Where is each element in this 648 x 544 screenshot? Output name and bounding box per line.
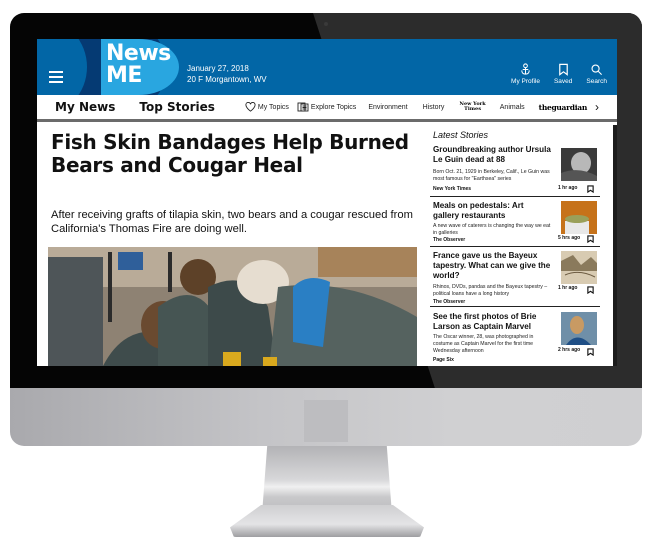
logo-line-2: ME bbox=[106, 63, 142, 88]
monitor-chin bbox=[10, 388, 642, 446]
story-time: 1 hr ago bbox=[558, 285, 578, 291]
tab-my-news[interactable]: My News bbox=[55, 100, 115, 114]
topic-nav: My News Top Stories My Topics Explore To… bbox=[37, 95, 617, 122]
story-time: 2 hrs ago bbox=[558, 347, 581, 353]
my-profile-label: My Profile bbox=[511, 78, 540, 85]
story-item[interactable]: Meals on pedestals: Art gallery restaura… bbox=[430, 199, 600, 247]
source-the-guardian[interactable]: theguardian bbox=[539, 103, 588, 112]
search-icon bbox=[591, 64, 603, 76]
dateline: January 27, 2018 20 F Morgantown, WV bbox=[187, 64, 267, 85]
weather-location: 20 F Morgantown, WV bbox=[187, 74, 267, 84]
monitor-stand bbox=[262, 446, 392, 514]
bookmark-icon bbox=[558, 63, 568, 76]
nav-next-arrow[interactable]: › bbox=[595, 100, 599, 114]
webcam bbox=[324, 22, 328, 26]
bookmark-icon[interactable] bbox=[587, 185, 594, 193]
logo-line-1: News bbox=[106, 41, 171, 66]
header-bar: News ME January 27, 2018 20 F Morgantown… bbox=[37, 39, 617, 115]
menu-icon[interactable] bbox=[49, 71, 63, 83]
header-actions: My Profile Saved Search bbox=[511, 63, 607, 85]
hero-photo-illustration bbox=[48, 247, 417, 366]
newspaper-stack-icon bbox=[297, 102, 309, 112]
story-item[interactable]: Groundbreaking author Ursula Le Guin dea… bbox=[430, 145, 600, 197]
story-time: 1 hr ago bbox=[558, 185, 578, 191]
topic-history[interactable]: History bbox=[423, 104, 445, 111]
story-item[interactable]: France gave us the Bayeux tapestry. What… bbox=[430, 249, 600, 307]
story-thumbnail[interactable] bbox=[561, 312, 597, 345]
explore-topics-link[interactable]: Explore Topics bbox=[297, 102, 356, 112]
my-profile-button[interactable]: My Profile bbox=[511, 63, 540, 85]
article-hero-photo[interactable] bbox=[48, 247, 417, 366]
chin-logo bbox=[304, 400, 348, 442]
story-description: A new wave of caterers is changing the w… bbox=[433, 223, 551, 236]
bookmark-icon[interactable] bbox=[587, 348, 594, 356]
story-source: The Observer bbox=[433, 299, 466, 305]
story-title[interactable]: Groundbreaking author Ursula Le Guin dea… bbox=[433, 145, 551, 165]
story-title[interactable]: France gave us the Bayeux tapestry. What… bbox=[433, 251, 551, 281]
my-topics-link[interactable]: My Topics bbox=[245, 102, 289, 112]
latest-stories-title: Latest Stories bbox=[433, 130, 489, 140]
story-description: Born Oct. 21, 1929 in Berkeley, Calif., … bbox=[433, 169, 550, 182]
explore-topics-label: Explore Topics bbox=[310, 103, 357, 111]
date: January 27, 2018 bbox=[187, 64, 249, 73]
story-thumbnail[interactable] bbox=[561, 251, 597, 284]
saved-label: Saved bbox=[553, 78, 573, 85]
story-description: Rhinos, DVDs, pandas and the Bayeux tape… bbox=[433, 284, 548, 297]
article-subhead: After receiving grafts of tilapia skin, … bbox=[51, 209, 413, 235]
logo[interactable]: News ME bbox=[101, 39, 179, 95]
article-headline[interactable]: Fish Skin Bandages Help Burned Bears and… bbox=[51, 131, 421, 177]
saved-button[interactable]: Saved bbox=[554, 63, 572, 85]
nyt-line-2: Times bbox=[464, 106, 482, 112]
search-label: Search bbox=[586, 78, 607, 85]
search-button[interactable]: Search bbox=[586, 63, 607, 85]
heart-icon bbox=[245, 102, 256, 112]
bookmark-icon[interactable] bbox=[587, 286, 594, 294]
story-time: 5 hrs ago bbox=[558, 235, 581, 241]
scrollbar[interactable] bbox=[613, 125, 617, 366]
story-description: The Oscar winner, 28, was photographed i… bbox=[433, 334, 534, 354]
story-source: Page Six bbox=[433, 357, 454, 363]
profile-icon bbox=[521, 63, 530, 75]
topic-animals[interactable]: Animals bbox=[500, 104, 525, 111]
story-title[interactable]: See the first photos of Brie Larson as C… bbox=[433, 312, 551, 332]
story-thumbnail[interactable] bbox=[561, 148, 597, 181]
my-topics-label: My Topics bbox=[257, 103, 289, 111]
screen: News ME January 27, 2018 20 F Morgantown… bbox=[37, 39, 617, 366]
latest-stories: Latest Stories Groundbreaking author Urs… bbox=[430, 125, 602, 366]
source-new-york-times[interactable]: New York Times bbox=[459, 102, 485, 112]
topic-environment[interactable]: Environment bbox=[368, 104, 407, 111]
story-source: New York Times bbox=[433, 186, 472, 192]
bookmark-icon[interactable] bbox=[587, 235, 594, 243]
main-article[interactable]: Fish Skin Bandages Help Burned Bears and… bbox=[37, 125, 427, 366]
story-source: The Observer bbox=[433, 237, 466, 243]
tab-top-stories[interactable]: Top Stories bbox=[139, 100, 215, 114]
story-item[interactable]: See the first photos of Brie Larson as C… bbox=[430, 309, 600, 366]
monitor-stand-base bbox=[230, 505, 424, 537]
story-thumbnail[interactable] bbox=[561, 201, 597, 234]
story-title[interactable]: Meals on pedestals: Art gallery restaura… bbox=[433, 201, 551, 221]
